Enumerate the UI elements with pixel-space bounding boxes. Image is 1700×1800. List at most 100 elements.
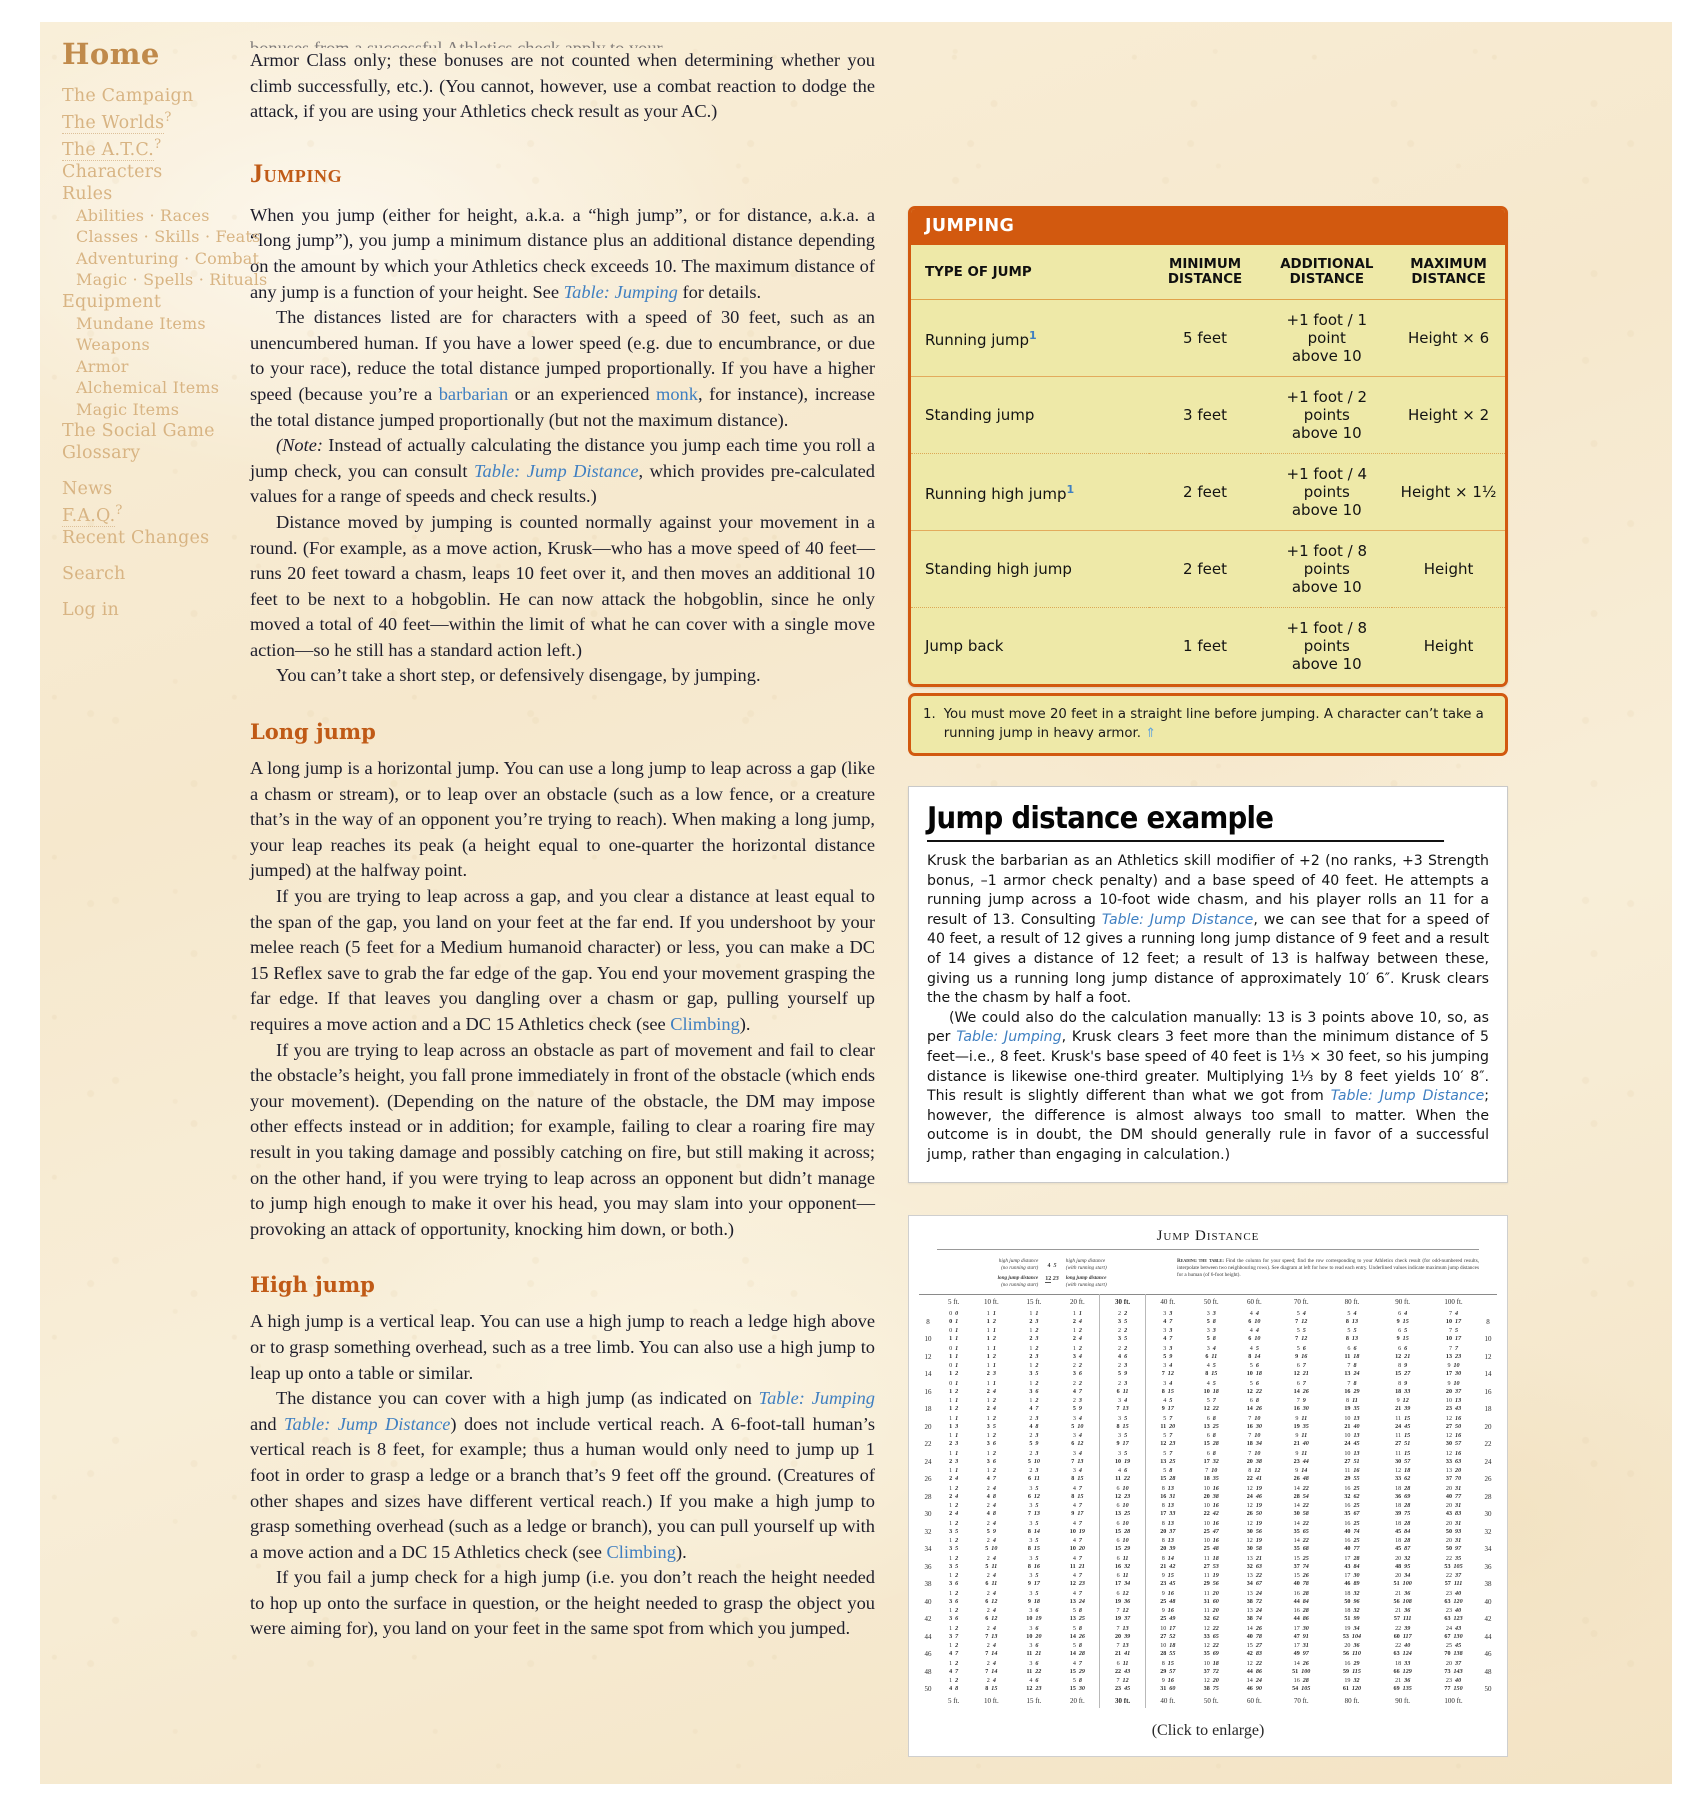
sidebar-item-adventuring-combat[interactable]: Adventuring · Combat	[62, 248, 259, 270]
text-run: The distance you can cover with a high j…	[276, 1388, 759, 1409]
link-table-jump-distance-2[interactable]: Table: Jump Distance	[284, 1414, 450, 1434]
sidebar-item-alchemical-items[interactable]: Alchemical Items	[62, 377, 245, 399]
sidebar-item-characters[interactable]: Characters	[62, 161, 245, 183]
figure-cell-high-jump: 12	[949, 1555, 959, 1562]
figure-data-row-long: 16 1 2 2 4 3 6 4 7 6 11 8 15 10 18 12 22 14 26 16 29 18 33 20 37…	[919, 1387, 1497, 1396]
figure-cell-high-jump: 12	[1029, 1328, 1039, 1334]
sidebar-item-armor[interactable]: Armor	[62, 356, 245, 378]
sidebar-item-weapons[interactable]: Weapons	[62, 334, 245, 356]
figure-cell-long-jump: 12	[949, 1406, 959, 1412]
figure-cell-long-jump: 22 42	[1203, 1511, 1219, 1517]
figure-cell-long-jump: 32 63	[1246, 1563, 1262, 1570]
sidebar-item-recent-changes[interactable]: Recent Changes	[62, 527, 245, 549]
figure-cell-high-jump: 12	[949, 1660, 959, 1667]
footnote-marker[interactable]: 1	[1067, 483, 1075, 496]
figure-cell-long-jump: 13	[949, 1423, 959, 1430]
link-monk[interactable]: monk	[656, 384, 698, 404]
link-table-jump-distance[interactable]: Table: Jump Distance	[474, 461, 639, 481]
link-climbing-2[interactable]: Climbing	[606, 1542, 676, 1562]
figure-cell-high-jump: 34	[1072, 1433, 1082, 1439]
sidebar-item-the-worlds[interactable]: The Worlds?	[62, 107, 245, 134]
key-val: 23	[1052, 1276, 1059, 1282]
figure-cell-high-jump: 21 36	[1395, 1608, 1411, 1614]
sidebar-item-label: Armor	[76, 356, 129, 376]
row-label-spacer	[919, 1379, 937, 1388]
sidebar-item-magic-items[interactable]: Magic Items	[62, 399, 245, 421]
figure-caption-click-to-enlarge[interactable]: (Click to enlarge)	[919, 1722, 1497, 1740]
footnote-marker[interactable]: 1	[1029, 329, 1037, 342]
sidebar-item-rules[interactable]: Rules	[62, 183, 245, 205]
row-label-check-result: 14	[924, 1370, 932, 1378]
figure-cell-high-jump: 57	[1144, 1431, 1190, 1440]
figure-cell-high-jump: 7 12	[1099, 1676, 1146, 1685]
link-climbing[interactable]: Climbing	[670, 1014, 740, 1034]
figure-cell-high-jump: 12 18	[1395, 1468, 1411, 1474]
row-label-spacer	[919, 1624, 937, 1633]
row-label-spacer	[1479, 1484, 1497, 1493]
figure-cell-high-jump: 18 28	[1395, 1538, 1411, 1544]
figure-cell-high-jump: 23	[1029, 1415, 1039, 1422]
row-label-spacer	[1479, 1624, 1497, 1633]
figure-cell-high-jump: 12	[986, 1468, 996, 1474]
row-label-check-result-right: 26	[1484, 1475, 1492, 1483]
link-barbarian[interactable]: barbarian	[439, 384, 508, 404]
figure-cell-long-jump: 24	[949, 1493, 959, 1500]
row-label-spacer	[1479, 1309, 1497, 1318]
figure-cell-high-jump: 18 32	[1344, 1608, 1360, 1614]
figure-cell-high-jump: 01	[949, 1345, 959, 1352]
figure-column-header: 100 ft.	[1444, 1696, 1463, 1705]
sidebar-item-f-a-q[interactable]: F.A.Q.?	[62, 500, 245, 527]
sidebar-item-glossary[interactable]: Glossary	[62, 442, 245, 464]
sidebar-home-link[interactable]: Home	[62, 40, 245, 69]
link-table-jumping[interactable]: Table: Jumping	[564, 282, 678, 302]
figure-cell-long-jump: 18 35	[1203, 1476, 1219, 1482]
figure-cell-long-jump: 37 72	[1203, 1668, 1219, 1675]
sidebar-item-news[interactable]: News	[62, 478, 245, 500]
figure-cell-long-jump: 10 19	[1099, 1457, 1146, 1466]
figure-cell-long-jump: 28 54	[1293, 1493, 1309, 1500]
sidebar-item-mundane-items[interactable]: Mundane Items	[62, 313, 245, 335]
jump-distance-figure[interactable]: Jump Distance high jump distance (no run…	[908, 1214, 1508, 1757]
sidebar-item-the-campaign[interactable]: The Campaign	[62, 85, 245, 107]
sidebar-item-label: Mundane Items	[76, 313, 206, 333]
figure-cell-long-jump: 10 20	[1069, 1546, 1085, 1552]
figure-cell-high-jump: 18 28	[1395, 1503, 1411, 1509]
row-label-spacer	[919, 1571, 937, 1580]
footnote-backlink-icon[interactable]: ⇑	[1145, 726, 1156, 741]
figure-cell-long-jump: 67 130	[1444, 1633, 1463, 1640]
sidebar-item-equipment[interactable]: Equipment	[62, 291, 245, 313]
row-label-spacer	[1479, 1344, 1497, 1353]
link-table-jumping-2[interactable]: Table: Jumping	[759, 1388, 875, 1408]
sidebar-item-login[interactable]: Log in	[62, 599, 245, 621]
sidebar-item-the-social-game[interactable]: The Social Game	[62, 420, 245, 442]
add-line-2: above 10	[1291, 347, 1362, 365]
help-superscript-icon[interactable]: ?	[164, 110, 171, 125]
table-row: Running jump1 5 feet +1 foot / 1 point abov…	[911, 299, 1505, 377]
figure-cell-high-jump: 47	[1072, 1503, 1082, 1509]
jump-distance-example-box: Jump distance example Krusk the barbaria…	[908, 786, 1508, 1183]
link-table-jump-distance-ex2[interactable]: Table: Jump Distance	[1331, 1088, 1485, 1104]
sidebar-item-abilities-races[interactable]: Abilities · Races	[62, 205, 245, 227]
figure-title: Jump Distance	[1156, 1227, 1260, 1244]
figure-cell-long-jump: 59	[986, 1528, 996, 1535]
sidebar-item-classes-skills-feats[interactable]: Classes · Skills · Feats	[62, 226, 260, 248]
figure-cell-long-jump: 11 22	[1099, 1474, 1146, 1484]
figure-cell-long-jump: 14 26	[1293, 1388, 1309, 1395]
figure-cell-high-jump: 78	[1347, 1380, 1357, 1387]
figure-cell-high-jump: 10 13	[1445, 1398, 1462, 1404]
sidebar-nav: Home The Campaign The Worlds? The A.T.C.? C…	[40, 22, 267, 621]
figure-cell-high-jump: 64	[1398, 1310, 1408, 1317]
help-superscript-icon[interactable]: ?	[115, 503, 122, 518]
link-table-jumping-ex2[interactable]: Table: Jumping	[956, 1029, 1061, 1045]
figure-cell-long-jump: 44 84	[1293, 1598, 1309, 1605]
figure-cell-high-jump: 12	[949, 1485, 959, 1492]
link-table-jump-distance-ex1[interactable]: Table: Jump Distance	[1102, 912, 1253, 928]
figure-cell-long-jump: 6 12	[985, 1616, 998, 1622]
figure-cell-long-jump: 5 10	[1071, 1423, 1084, 1430]
sidebar-item-search[interactable]: Search	[62, 563, 245, 585]
sidebar-item-the-a-t-c[interactable]: The A.T.C.?	[62, 134, 245, 161]
sidebar-item-magic-spells-rituals[interactable]: Magic · Spells · Rituals	[62, 269, 267, 291]
row-label-spacer	[1479, 1641, 1497, 1650]
figure-cell-high-jump: 6 10	[1099, 1536, 1146, 1545]
help-superscript-icon[interactable]: ?	[154, 137, 161, 152]
